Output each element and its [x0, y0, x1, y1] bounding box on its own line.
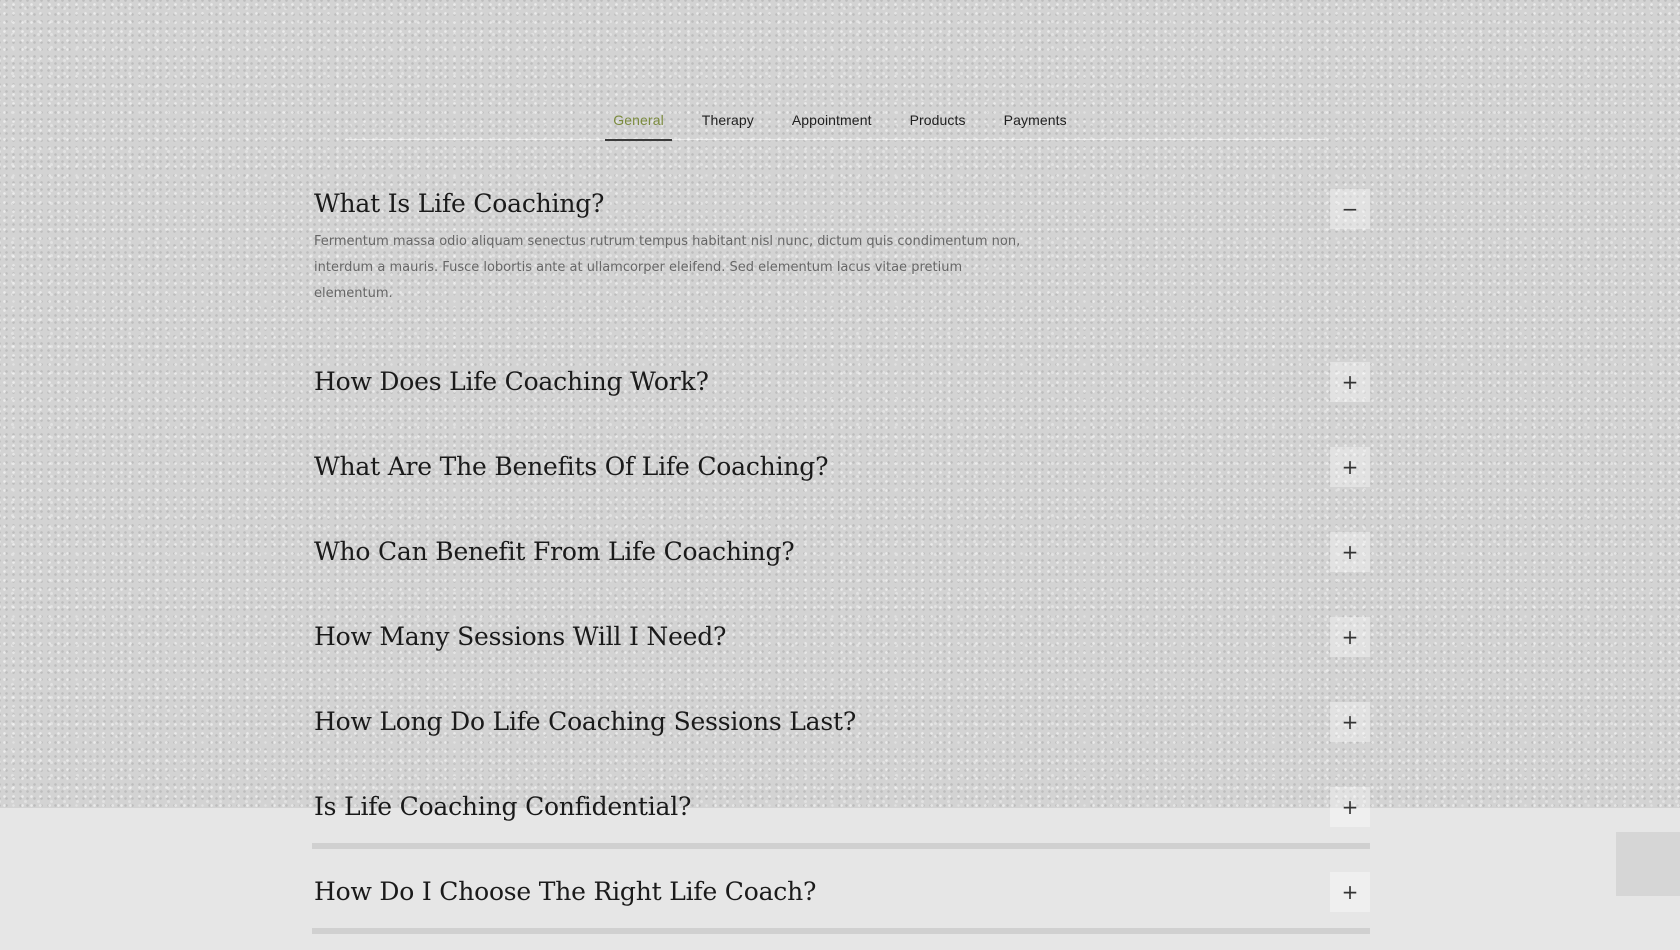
faq-item: What Are The Benefits Of Life Coaching? …	[312, 424, 1370, 509]
faq-question: How Long Do Life Coaching Sessions Last?	[314, 707, 857, 736]
collapse-icon[interactable]: −	[1330, 189, 1370, 229]
tab-payments[interactable]: Payments	[985, 103, 1086, 140]
faq-item: Who Can Benefit From Life Coaching? +	[312, 509, 1370, 594]
expand-icon[interactable]: +	[1330, 361, 1370, 402]
expand-icon[interactable]: +	[1330, 786, 1370, 827]
faq-item: How Does Life Coaching Work? +	[312, 339, 1370, 424]
faq-item-header[interactable]: How Do I Choose The Right Life Coach? +	[312, 849, 1370, 934]
faq-item: What Is Life Coaching? − Fermentum massa…	[312, 175, 1370, 339]
expand-icon[interactable]: +	[1330, 446, 1370, 487]
faq-question: What Is Life Coaching?	[314, 189, 605, 218]
faq-item: How Long Do Life Coaching Sessions Last?…	[312, 679, 1370, 764]
expand-icon[interactable]: +	[1330, 701, 1370, 742]
tab-appointment[interactable]: Appointment	[773, 103, 891, 140]
faq-question: How Do I Choose The Right Life Coach?	[314, 877, 817, 906]
scroll-to-top-button[interactable]	[1616, 832, 1680, 896]
faq-question: How Does Life Coaching Work?	[314, 367, 709, 396]
faq-question: What Are The Benefits Of Life Coaching?	[314, 452, 829, 481]
faq-item: How Do I Choose The Right Life Coach? +	[312, 849, 1370, 934]
faq-answer: Fermentum massa odio aliquam senectus ru…	[314, 234, 1021, 301]
expand-icon[interactable]: +	[1330, 531, 1370, 572]
faq-question: Is Life Coaching Confidential?	[314, 792, 692, 821]
faq-item: How Many Sessions Will I Need? +	[312, 594, 1370, 679]
tab-products[interactable]: Products	[891, 103, 985, 140]
faq-item-header[interactable]: Is Life Coaching Confidential? +	[312, 764, 1370, 849]
expand-icon[interactable]: +	[1330, 871, 1370, 912]
faq-category-tabs: General Therapy Appointment Products Pay…	[0, 103, 1680, 141]
faq-item-header[interactable]: How Does Life Coaching Work? +	[312, 339, 1370, 424]
faq-accordion: What Is Life Coaching? − Fermentum massa…	[312, 175, 1370, 934]
faq-item-header[interactable]: Who Can Benefit From Life Coaching? +	[312, 509, 1370, 594]
expand-icon[interactable]: +	[1330, 616, 1370, 657]
faq-item-header[interactable]: How Long Do Life Coaching Sessions Last?…	[312, 679, 1370, 764]
faq-item-header[interactable]: How Many Sessions Will I Need? +	[312, 594, 1370, 679]
tab-therapy[interactable]: Therapy	[683, 103, 773, 140]
faq-question: Who Can Benefit From Life Coaching?	[314, 537, 795, 566]
faq-question: How Many Sessions Will I Need?	[314, 622, 727, 651]
faq-item: Is Life Coaching Confidential? +	[312, 764, 1370, 849]
tab-general[interactable]: General	[594, 103, 683, 141]
faq-item-header[interactable]: What Are The Benefits Of Life Coaching? …	[312, 424, 1370, 509]
